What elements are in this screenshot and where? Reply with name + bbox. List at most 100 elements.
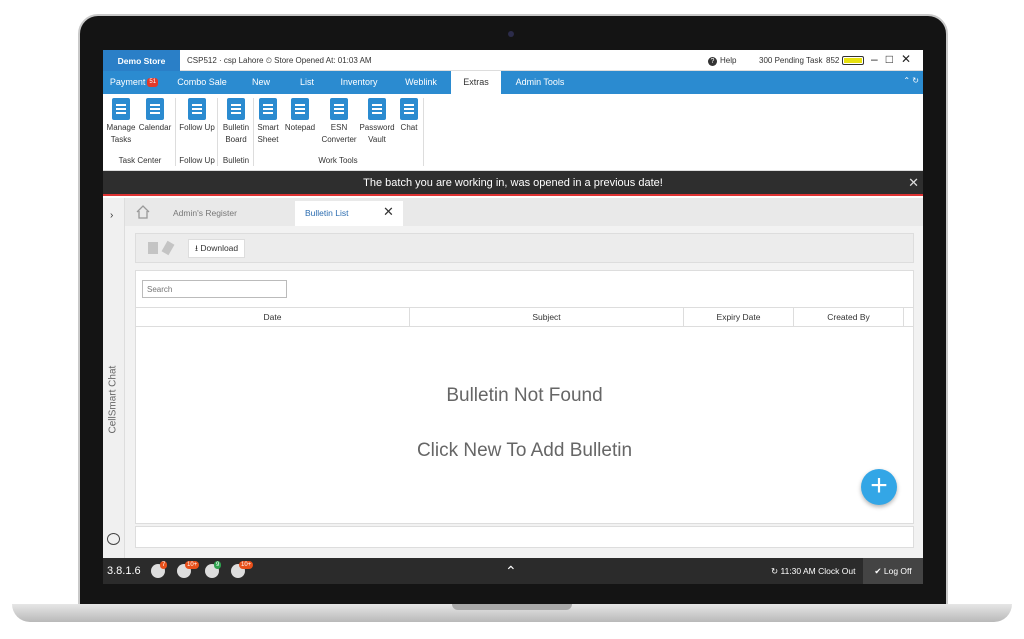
clipboard-icon [112,98,130,120]
ribbon-collapse-icon[interactable]: ⌃ ↻ [903,76,919,85]
smart-sheet-button[interactable]: Smart Sheet [255,98,281,146]
toolbar: ⭳ Download [135,233,914,263]
column-expiry-date[interactable]: Expiry Date [684,308,794,327]
menu-inventory[interactable]: Inventory [331,71,387,94]
menu-payment-label: Payment [109,77,146,87]
menu-new[interactable]: New [241,71,281,94]
notepad-label: Notepad [284,123,316,132]
table-header: Date Subject Expiry Date Created By [136,307,913,327]
column-subject[interactable]: Subject [410,308,684,327]
expand-sidebar-chevron-icon[interactable]: › [110,210,113,221]
group-bulletin: Bulletin [222,156,250,165]
ribbon: Manage Tasks Calendar Follow Up Bulletin… [103,94,923,171]
divider [423,98,424,166]
table-footer [135,526,914,548]
clock-out-button[interactable]: ↻ 11:30 AM Clock Out [771,566,855,577]
empty-hint: Click New To Add Bulletin [416,440,633,461]
divider [175,98,176,166]
notepad-button[interactable]: Notepad [283,98,317,134]
log-off-button[interactable]: ✔ Log Off [863,558,923,584]
laptop-notch [452,604,572,610]
menu-admin-tools[interactable]: Admin Tools [507,71,573,94]
pending-tasks[interactable]: 300 Pending Task [759,56,822,65]
chat-label: Chat [400,123,418,132]
bulletin-board-label: Bulletin Board [222,123,250,144]
store-name[interactable]: Demo Store [103,50,180,71]
status-badge: 7 [160,561,168,569]
bulletin-board-button[interactable]: Bulletin Board [219,98,253,146]
chat-button[interactable]: Chat [397,98,421,134]
help-icon: ? [708,57,717,66]
menu-combo-sale[interactable]: Combo Sale [171,71,233,94]
manage-tasks-button[interactable]: Manage Tasks [105,98,137,146]
cellsmart-chat-label[interactable]: CellSmart Chat [108,334,119,434]
divider [253,98,254,166]
window-controls: – □ ✕ [871,52,911,66]
main-menu: Payment 51 Combo Sale New List Inventory … [103,71,923,94]
title-bar: Demo Store CSP512 · csp Lahore ⏲ Store O… [103,50,923,71]
notice-text: The batch you are working in, was opened… [363,177,663,189]
group-work-tools: Work Tools [318,156,358,165]
store-info: CSP512 · csp Lahore ⏲ Store Opened At: 0… [187,56,372,65]
app-version: 3.8.1.6 [107,565,141,577]
help-button[interactable]: ? Help [708,56,736,66]
download-button[interactable]: ⭳ Download [188,239,246,258]
close-tab-icon[interactable]: ✕ [383,204,394,220]
help-label: Help [720,56,737,65]
calendar-button[interactable]: Calendar [137,98,173,134]
notepad-icon [291,98,309,120]
follow-up-label: Follow Up [179,123,215,132]
notice-banner: The batch you are working in, was opened… [103,171,923,196]
menu-list[interactable]: List [287,71,327,94]
menu-payment[interactable]: Payment 51 [103,71,165,94]
home-icon[interactable] [135,204,151,220]
converter-icon [330,98,348,120]
status-badge: 10+ [185,561,200,569]
manage-tasks-label: Manage Tasks [106,123,136,144]
sheet-icon [259,98,277,120]
expand-up-chevron-icon[interactable]: ⌃ [505,563,517,580]
bulletin-table-panel: Date Subject Expiry Date Created By Bull… [135,270,914,524]
menu-extras[interactable]: Extras [451,71,501,94]
column-created-by[interactable]: Created By [794,308,904,327]
bulletin-icon [227,98,245,120]
esn-converter-button[interactable]: ESN Converter [319,98,359,146]
tab-admins-register[interactable]: Admin's Register [163,201,293,226]
smart-sheet-label: Smart Sheet [257,123,279,144]
battery-value: 852 [826,56,840,65]
password-vault-button[interactable]: Password Vault [359,98,395,146]
menu-weblink[interactable]: Weblink [395,71,447,94]
bulletin-list-page: ⭳ Download Date Subject Expiry Date Crea… [125,226,923,558]
battery-icon [842,56,864,65]
chat-sidebar: › CellSmart Chat [103,198,125,558]
password-vault-label: Password Vault [359,123,395,144]
status-bar: 3.8.1.6 7 10+ 9 10+ ⌃ ↻ 11:30 AM Clock O… [103,558,923,584]
calendar-icon [146,98,164,120]
vault-icon [368,98,386,120]
minimize-button[interactable]: – [871,52,878,66]
divider [217,98,218,166]
add-bulletin-button[interactable]: + [861,469,897,505]
chat-icon [400,98,418,120]
group-follow-up: Follow Up [179,156,215,165]
person-icon [188,98,206,120]
edit-icon[interactable] [161,240,175,256]
payment-badge: 51 [147,78,159,88]
notice-close-button[interactable]: ✕ [908,175,919,191]
app-window: Demo Store CSP512 · csp Lahore ⏲ Store O… [103,50,923,584]
column-date[interactable]: Date [136,308,410,327]
delete-icon[interactable] [148,242,158,254]
empty-message: Bulletin Not Found [446,385,603,406]
tab-bar: Admin's Register Bulletin List ✕ [125,198,923,226]
chat-bubble-icon[interactable] [107,533,120,545]
follow-up-button[interactable]: Follow Up [179,98,215,134]
laptop-frame: Demo Store CSP512 · csp Lahore ⏲ Store O… [0,0,1024,639]
close-window-button[interactable]: ✕ [901,52,911,66]
esn-converter-label: ESN Converter [321,123,357,144]
calendar-label: Calendar [138,123,172,132]
status-badge: 10+ [239,561,254,569]
maximize-button[interactable]: □ [886,52,893,66]
webcam [508,31,514,37]
status-badge: 9 [214,561,222,569]
search-input[interactable] [142,280,287,298]
